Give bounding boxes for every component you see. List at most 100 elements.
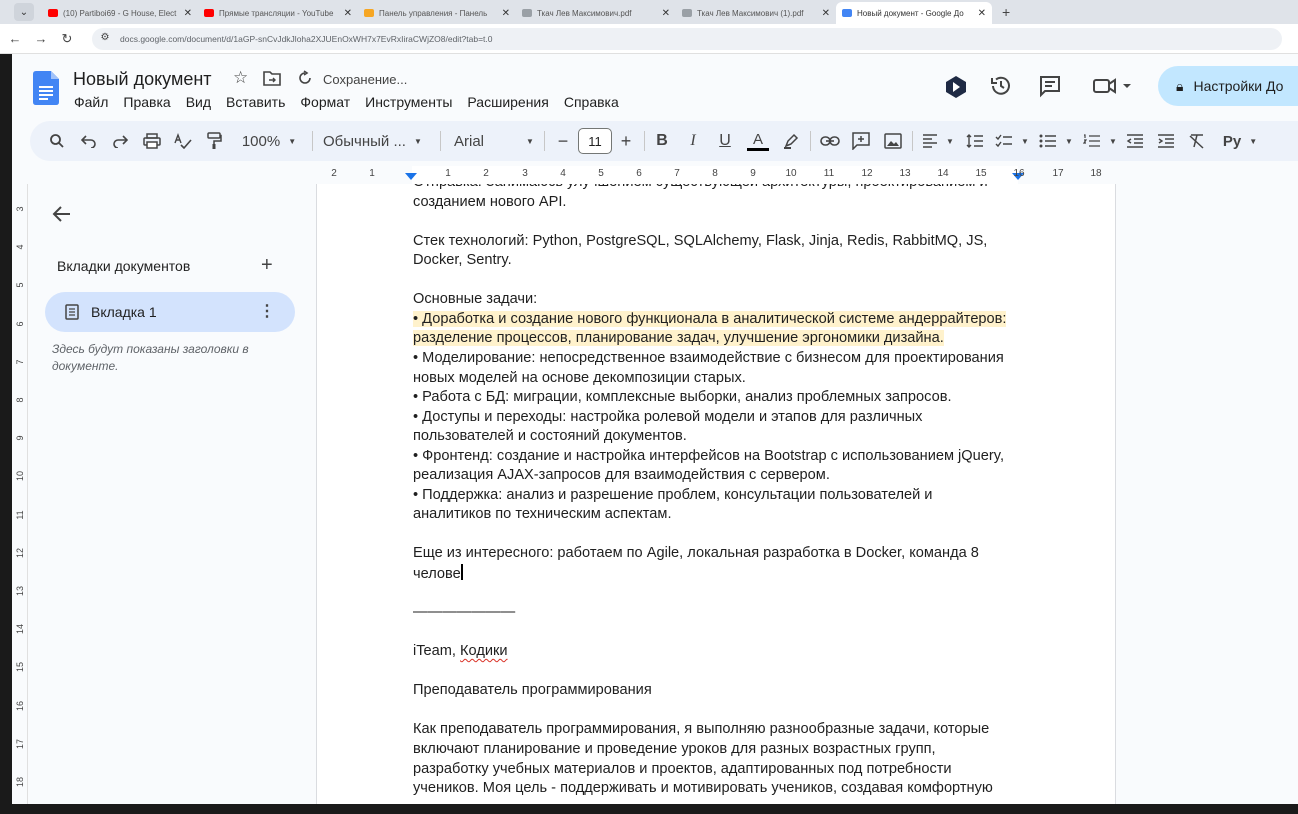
meet-icon[interactable] <box>1092 74 1132 98</box>
menu-bar: Файл Правка Вид Вставить Формат Инструменты Ра… <box>74 94 619 110</box>
bold-icon[interactable]: B <box>652 127 672 155</box>
input-tools-select[interactable]: Ру ▼ <box>1220 127 1260 155</box>
document-line: Еще из интересного: работаем по Agile, л… <box>413 544 1023 564</box>
underline-icon[interactable]: U <box>715 127 735 155</box>
misspelled-word[interactable]: Кодики <box>460 643 508 659</box>
ruler-tick-label: 2 <box>331 168 337 179</box>
undo-icon[interactable] <box>78 127 100 155</box>
document-line: Основные задачи: <box>413 290 1023 310</box>
decrease-font-size-icon[interactable]: − <box>554 127 572 155</box>
search-menus-icon[interactable] <box>46 127 68 155</box>
chevron-down-icon: ▼ <box>1065 136 1073 146</box>
chevron-down-icon: ▼ <box>288 136 297 146</box>
font-family-select[interactable]: Arial ▼ <box>454 127 534 155</box>
vertical-ruler-tick-label: 13 <box>15 586 25 597</box>
favicon-icon <box>522 9 532 17</box>
print-icon[interactable] <box>141 127 163 155</box>
reload-icon[interactable]: ↻ <box>56 31 78 47</box>
site-info-icon[interactable]: ⚙ <box>96 32 114 46</box>
browser-tab[interactable]: Ткач Лев Максимович (1).pdf ✕ <box>676 2 836 24</box>
browser-tab[interactable]: (10) Partiboi69 - G House, Elect ✕ <box>42 2 198 24</box>
star-icon[interactable]: ☆ <box>233 68 248 88</box>
browser-tabs: (10) Partiboi69 - G House, Elect ✕ Прямые … <box>42 0 992 24</box>
document-line: разделение процессов, планирование задач… <box>413 329 1023 349</box>
menu-item[interactable]: Файл <box>74 94 108 110</box>
ruler-tick-label: 1 <box>369 168 375 179</box>
insert-link-icon[interactable] <box>819 127 841 155</box>
insert-image-icon[interactable] <box>882 127 904 155</box>
menu-item[interactable]: Расширения <box>467 94 548 110</box>
bulleted-list-select[interactable]: ▼ <box>1038 127 1074 155</box>
italic-icon[interactable]: I <box>683 127 703 155</box>
line-text: • Моделирование: непосредственное взаимо… <box>413 349 1004 366</box>
font-size-input[interactable]: 11 <box>578 128 612 154</box>
menu-item[interactable]: Вставить <box>226 94 285 110</box>
close-tab-icon[interactable]: ✕ <box>184 8 192 19</box>
new-tab-button[interactable]: + <box>1002 4 1010 20</box>
move-to-folder-icon[interactable] <box>263 70 281 86</box>
menu-item[interactable]: Правка <box>123 94 170 110</box>
menu-item[interactable]: Вид <box>186 94 211 110</box>
share-button[interactable]: 🔒︎ Настройки До <box>1158 66 1298 106</box>
close-tab-icon[interactable]: ✕ <box>822 8 830 19</box>
ruler-tick-label: 18 <box>1090 168 1102 179</box>
zoom-select[interactable]: 100% ▼ <box>237 127 301 155</box>
document-line: ——————— <box>413 603 1023 623</box>
ruler-tick-label: 11 <box>823 168 835 179</box>
line-spacing-icon[interactable] <box>964 127 986 155</box>
gemini-extension-icon[interactable] <box>946 76 966 98</box>
close-tab-icon[interactable]: ✕ <box>502 8 510 19</box>
browser-tab[interactable]: Ткач Лев Максимович.pdf ✕ <box>516 2 676 24</box>
browser-tab[interactable]: Панель управления - Панель ✕ <box>358 2 516 24</box>
spellcheck-icon[interactable] <box>172 127 194 155</box>
clear-formatting-icon[interactable] <box>1186 127 1208 155</box>
font-value: Arial <box>454 132 485 150</box>
outline-hint: Здесь будут показаны заголовки в докумен… <box>52 342 249 373</box>
checklist-select[interactable]: ▼ <box>994 127 1030 155</box>
browser-tab[interactable]: Прямые трансляции - YouTube ✕ <box>198 2 358 24</box>
back-arrow-icon[interactable] <box>52 204 72 224</box>
text-color-icon[interactable]: A <box>746 127 770 155</box>
toolbar-divider <box>312 131 313 151</box>
horizontal-ruler[interactable]: 2 1 1 2 3 4 5 6 7 8 9 10 11 12 13 14 15 16 17 18 <box>315 166 1117 184</box>
highlight-color-icon[interactable] <box>780 127 802 155</box>
ruler-tick-label: 8 <box>712 168 718 179</box>
document-line: пользователей и состояний документов. <box>413 427 1023 447</box>
tab-title: Ткач Лев Максимович.pdf <box>537 8 632 18</box>
docs-logo-icon[interactable] <box>33 71 59 105</box>
browser-tab[interactable]: Новый документ - Google До ✕ <box>836 2 992 24</box>
comments-icon[interactable] <box>1038 74 1062 98</box>
url-text: docs.google.com/document/d/1aGP-snCvJdkJ… <box>120 33 493 44</box>
redo-icon[interactable] <box>109 127 131 155</box>
url-field[interactable]: ⚙ docs.google.com/document/d/1aGP-snCvJd… <box>92 27 1282 50</box>
sidebar-item-tab-1[interactable]: Вкладка 1 ⋮ <box>45 292 295 332</box>
document-page[interactable]: Отправка: Занимаюсь улучшением существую… <box>316 184 1116 814</box>
tab-title: Ткач Лев Максимович (1).pdf <box>697 8 804 18</box>
window-bottom-edge <box>0 804 1298 814</box>
left-indent-marker[interactable] <box>405 173 417 180</box>
line-text: аналитиков по техническим аспектам. <box>413 506 672 523</box>
forward-icon[interactable]: → <box>30 31 52 46</box>
increase-indent-icon[interactable] <box>1155 127 1177 155</box>
close-tab-icon[interactable]: ✕ <box>344 8 352 19</box>
increase-font-size-icon[interactable]: + <box>617 127 635 155</box>
back-icon[interactable]: ← <box>4 31 26 46</box>
more-options-icon[interactable]: ⋮ <box>259 301 275 321</box>
document-line: разработку учебных материалов и проектов… <box>413 760 1023 780</box>
tab-search-button[interactable]: ⌄ <box>14 3 34 21</box>
history-icon[interactable] <box>989 74 1013 98</box>
menu-item[interactable]: Формат <box>300 94 350 110</box>
paragraph-style-select[interactable]: Обычный ... ▼ <box>323 127 431 155</box>
decrease-indent-icon[interactable] <box>1124 127 1146 155</box>
menu-item[interactable]: Инструменты <box>365 94 452 110</box>
close-tab-icon[interactable]: ✕ <box>978 8 986 19</box>
paint-format-icon[interactable] <box>203 127 225 155</box>
share-label: Настройки До <box>1193 78 1284 94</box>
close-tab-icon[interactable]: ✕ <box>662 8 670 19</box>
menu-item[interactable]: Справка <box>564 94 619 110</box>
document-title[interactable]: Новый документ <box>73 69 212 90</box>
add-comment-icon[interactable] <box>850 127 872 155</box>
numbered-list-select[interactable]: ▼ <box>1082 127 1118 155</box>
add-tab-icon[interactable]: + <box>261 254 273 277</box>
align-select[interactable]: ▼ <box>920 127 956 155</box>
